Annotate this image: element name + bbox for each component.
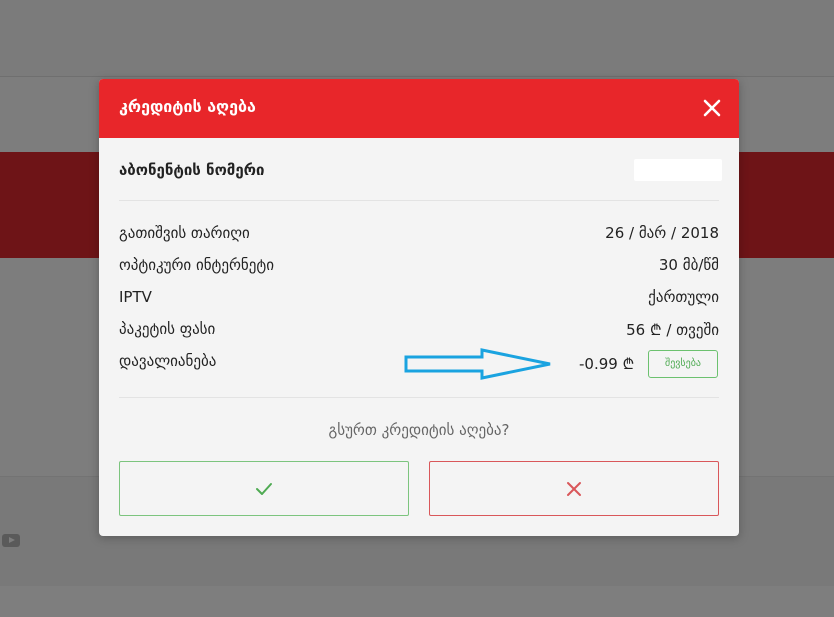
background-bottom-bar xyxy=(0,586,834,617)
top-up-button[interactable]: შევსება xyxy=(648,350,718,378)
detail-label: გათიშვის თარიღი xyxy=(119,224,250,242)
close-icon xyxy=(703,99,721,117)
confirm-question: გსურთ კრედიტის აღება? xyxy=(328,421,510,439)
modal-header: კრედიტის აღება xyxy=(99,79,739,138)
subscriber-number-redacted xyxy=(634,159,722,181)
divider xyxy=(119,397,719,398)
arrow-right-icon xyxy=(404,348,551,380)
background-header xyxy=(0,0,834,77)
detail-row-disconnect-date: გათიშვის თარიღი 26 / მარ / 2018 xyxy=(119,224,719,246)
detail-row-package-price: პაკეტის ფასი 56 ₾ / თვეში xyxy=(119,320,719,342)
balance-value: -0.99 ₾ xyxy=(579,355,635,373)
detail-value: 30 მბ/წმ xyxy=(658,256,719,274)
detail-value: 56 ₾ / თვეში xyxy=(626,321,719,339)
modal-title: კრედიტის აღება xyxy=(119,97,256,116)
confirm-button[interactable] xyxy=(119,461,409,516)
detail-row-internet: ოპტიკური ინტერნეტი 30 მბ/წმ xyxy=(119,256,719,278)
detail-label: ოპტიკური ინტერნეტი xyxy=(119,256,274,274)
close-button[interactable] xyxy=(699,95,725,121)
detail-label: პაკეტის ფასი xyxy=(119,320,216,338)
detail-row-iptv: IPTV ქართული xyxy=(119,288,719,310)
divider xyxy=(119,200,719,201)
detail-label: IPTV xyxy=(119,288,152,306)
x-icon xyxy=(567,482,581,496)
detail-value: ქართული xyxy=(648,288,719,306)
balance-label: დავალიანება xyxy=(119,352,217,370)
cancel-button[interactable] xyxy=(429,461,719,516)
youtube-icon xyxy=(2,534,20,547)
detail-value: 26 / მარ / 2018 xyxy=(605,224,719,242)
check-icon xyxy=(256,483,272,495)
credit-modal: კრედიტის აღება აბონენტის ნომერი გათიშვის… xyxy=(99,79,739,536)
subscriber-number-label: აბონენტის ნომერი xyxy=(119,161,265,179)
